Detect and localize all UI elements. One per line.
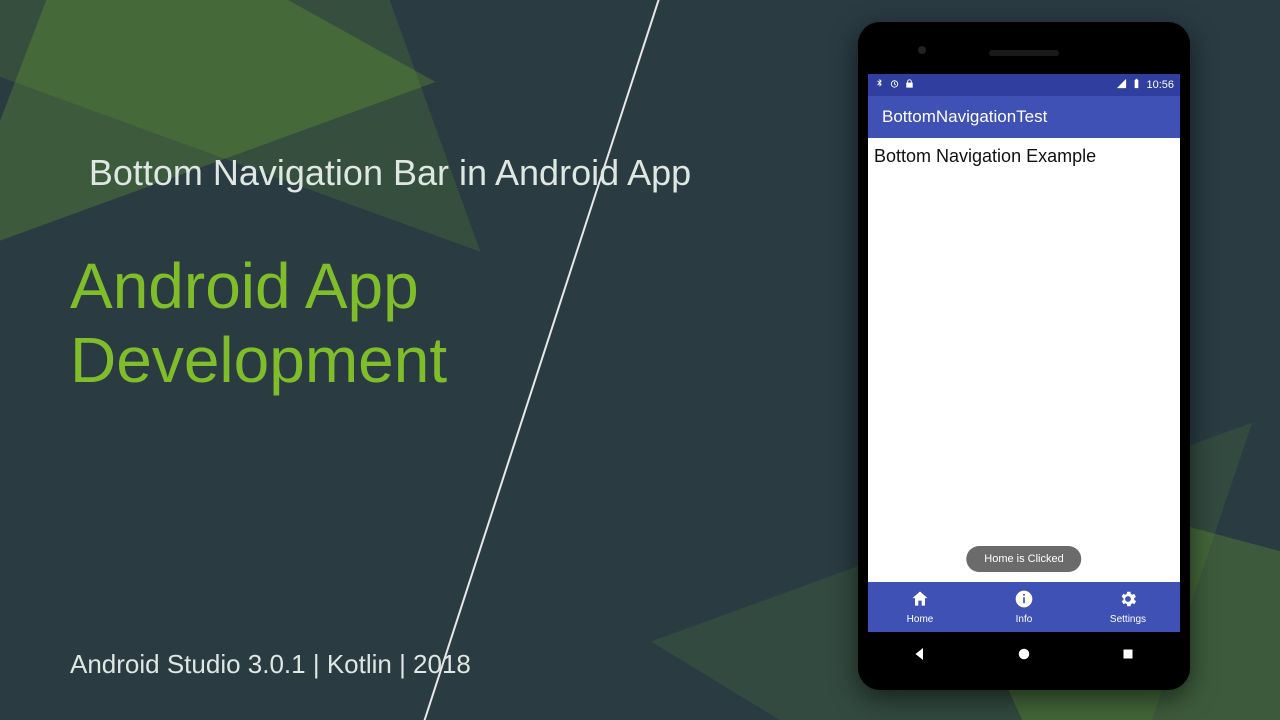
- bottom-nav-info[interactable]: Info: [972, 582, 1076, 632]
- slide-title: Android App Development: [70, 250, 710, 397]
- bottom-navigation-bar: Home Info Settings: [868, 582, 1180, 632]
- bottom-nav-settings[interactable]: Settings: [1076, 582, 1180, 632]
- app-content-area: Bottom Navigation Example Home is Clicke…: [868, 138, 1180, 582]
- alarm-icon: [889, 78, 900, 92]
- settings-icon: [1118, 589, 1138, 612]
- slide-text-block: Bottom Navigation Bar in Android App And…: [70, 150, 710, 397]
- bottom-nav-home[interactable]: Home: [868, 582, 972, 632]
- android-status-bar: 10:56: [868, 74, 1180, 96]
- toast-message: Home is Clicked: [966, 546, 1081, 572]
- bottom-nav-label: Home: [907, 614, 934, 625]
- bottom-nav-label: Settings: [1110, 614, 1146, 625]
- status-time: 10:56: [1146, 79, 1174, 91]
- android-system-nav: [868, 632, 1180, 680]
- back-icon[interactable]: [911, 645, 929, 668]
- phone-mockup: 10:56 BottomNavigationTest Bottom Naviga…: [858, 22, 1190, 690]
- app-title: BottomNavigationTest: [882, 107, 1047, 127]
- phone-speaker: [868, 32, 1180, 74]
- phone-screen: 10:56 BottomNavigationTest Bottom Naviga…: [868, 74, 1180, 632]
- slide-footer: Android Studio 3.0.1 | Kotlin | 2018: [70, 649, 471, 680]
- slide-subtitle: Bottom Navigation Bar in Android App: [70, 150, 710, 195]
- bluetooth-icon: [874, 78, 885, 92]
- signal-icon: [1116, 78, 1127, 92]
- info-icon: [1014, 589, 1034, 612]
- slide-stage: Bottom Navigation Bar in Android App And…: [0, 0, 1280, 720]
- recent-icon[interactable]: [1119, 645, 1137, 668]
- battery-icon: [1131, 78, 1142, 92]
- android-app-bar: BottomNavigationTest: [868, 96, 1180, 138]
- home-icon: [910, 589, 930, 612]
- content-title: Bottom Navigation Example: [874, 146, 1174, 167]
- home-circle-icon[interactable]: [1015, 645, 1033, 668]
- bottom-nav-label: Info: [1016, 614, 1033, 625]
- lock-icon: [904, 78, 915, 92]
